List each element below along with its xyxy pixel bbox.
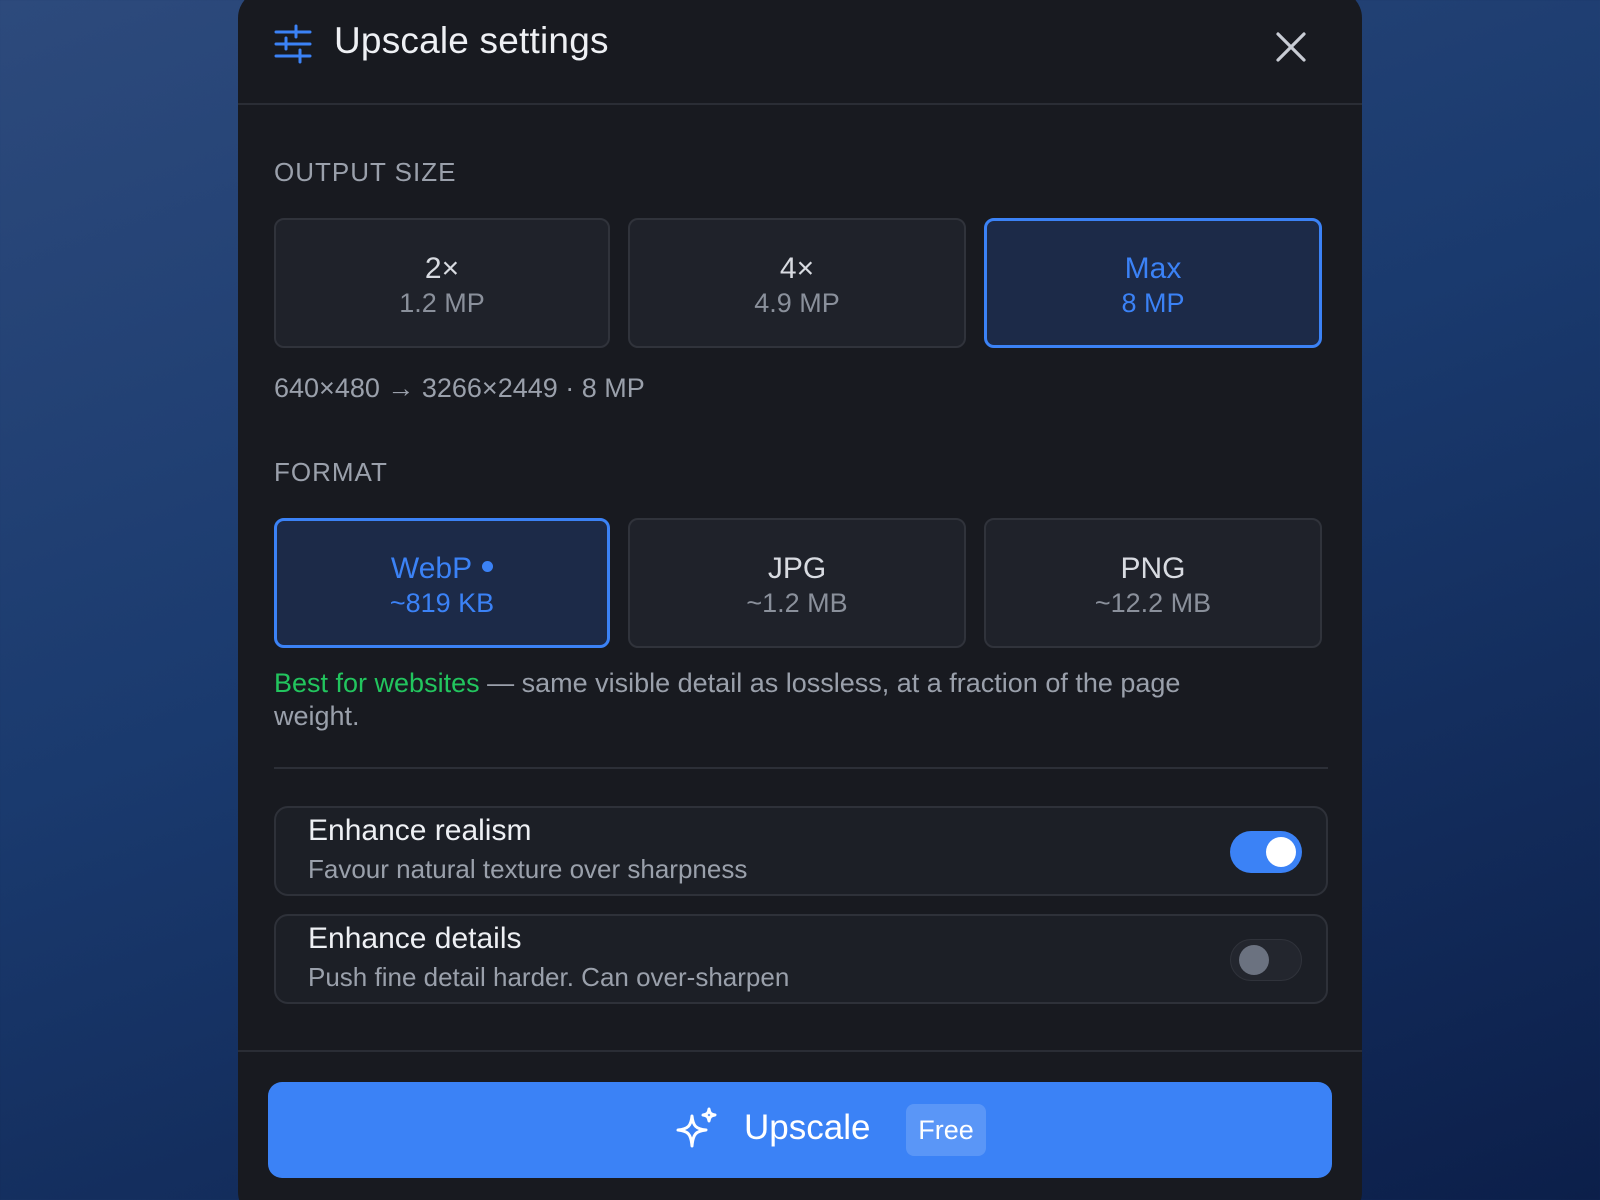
toggle-title: Enhance details bbox=[308, 922, 522, 955]
size-option-4x[interactable]: 4× 4.9 MP bbox=[628, 218, 966, 348]
enhance-details-switch[interactable] bbox=[1230, 939, 1302, 981]
dialog-title: Upscale settings bbox=[334, 20, 609, 61]
size-option-title: Max bbox=[1124, 252, 1182, 285]
size-option-subtitle: 8 MP bbox=[1121, 288, 1185, 318]
format-option-subtitle: ~1.2 MB bbox=[746, 588, 848, 618]
upscale-settings-dialog: Upscale settings OUTPUT SIZE 2× 1.2 MP 4… bbox=[238, 0, 1362, 1200]
toggle-enhance-details: Enhance details Push fine detail harder.… bbox=[274, 914, 1328, 1004]
size-option-subtitle: 4.9 MP bbox=[754, 288, 840, 318]
format-option-title: PNG bbox=[1120, 552, 1186, 585]
toggle-enhance-realism: Enhance realism Favour natural texture o… bbox=[274, 806, 1328, 896]
upscale-button[interactable]: Upscale Free bbox=[268, 1082, 1332, 1178]
format-option-title-text: WebP bbox=[390, 552, 473, 585]
output-size-label: OUTPUT SIZE bbox=[274, 157, 457, 187]
sparkle-icon bbox=[676, 1107, 717, 1148]
format-option-jpg[interactable]: JPG ~1.2 MB bbox=[628, 518, 966, 648]
size-option-2x[interactable]: 2× 1.2 MP bbox=[274, 218, 610, 348]
sliders-icon bbox=[274, 24, 312, 64]
recommended-dot-icon bbox=[482, 560, 494, 572]
size-option-title: 2× bbox=[424, 252, 460, 285]
toggle-subtitle: Favour natural texture over sharpness bbox=[308, 854, 748, 884]
close-icon[interactable] bbox=[1268, 24, 1314, 70]
free-badge: Free bbox=[906, 1104, 986, 1156]
format-option-subtitle: ~819 KB bbox=[389, 588, 495, 618]
footer-divider bbox=[238, 1050, 1362, 1052]
toggle-title: Enhance realism bbox=[308, 814, 532, 847]
size-option-subtitle: 1.2 MP bbox=[399, 288, 485, 318]
section-divider bbox=[274, 767, 1328, 769]
format-option-title: WebP bbox=[277, 552, 607, 586]
upscale-button-label: Upscale bbox=[744, 1108, 871, 1147]
format-option-png[interactable]: PNG ~12.2 MB bbox=[984, 518, 1322, 648]
format-option-subtitle: ~12.2 MB bbox=[1094, 588, 1212, 618]
format-description: Best for websites — same visible detail … bbox=[274, 667, 1264, 733]
size-option-max[interactable]: Max 8 MP bbox=[984, 218, 1322, 348]
toggle-subtitle: Push fine detail harder. Can over-sharpe… bbox=[308, 962, 790, 992]
format-option-webp[interactable]: WebP ~819 KB bbox=[274, 518, 610, 648]
resolution-summary: 640×480 → 3266×2449 · 8 MP bbox=[274, 373, 645, 403]
dialog-header: Upscale settings bbox=[238, 0, 1362, 105]
format-option-title: JPG bbox=[767, 552, 827, 585]
switch-knob bbox=[1239, 945, 1269, 975]
format-label: FORMAT bbox=[274, 457, 388, 487]
enhance-realism-switch[interactable] bbox=[1230, 831, 1302, 873]
size-option-title: 4× bbox=[779, 252, 815, 285]
switch-knob bbox=[1266, 837, 1296, 867]
format-highlight: Best for websites bbox=[274, 668, 480, 698]
